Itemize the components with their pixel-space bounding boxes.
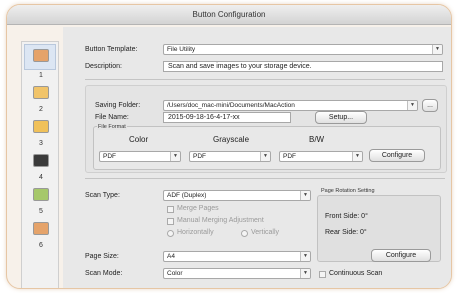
template-value: File Utility (167, 46, 196, 53)
color-format-value: PDF (103, 153, 116, 160)
horizontally-radio[interactable] (167, 230, 174, 237)
color-format-select[interactable]: PDF ▼ (99, 151, 181, 162)
scan-type-label: Scan Type: (85, 192, 120, 199)
divider (85, 178, 445, 179)
sidebar-item-4-number[interactable]: 4 (22, 174, 60, 181)
ocr-icon[interactable] (33, 86, 49, 99)
saving-folder-label: Saving Folder: (95, 102, 141, 109)
file-format-group (93, 126, 441, 170)
application-icon[interactable] (33, 188, 49, 201)
manual-merging-checkbox[interactable] (167, 218, 174, 225)
chevron-down-icon: ▼ (170, 152, 180, 161)
merge-pages-checkbox[interactable] (167, 206, 174, 213)
scan-mode-label: Scan Mode: (85, 270, 123, 277)
color-label: Color (129, 135, 149, 144)
manual-merging-label: Manual Merging Adjustment (177, 217, 264, 224)
file-name-label: File Name: (95, 114, 129, 121)
sidebar-item-6-number[interactable]: 6 (22, 242, 60, 249)
browse-button[interactable]: ... (422, 99, 438, 112)
file-name-field[interactable]: 2015-09-18-16-4-17-xx (163, 112, 291, 123)
image-file-icon[interactable] (33, 49, 49, 62)
sidebar-item-1-number[interactable]: 1 (22, 72, 60, 79)
sidebar-item-3-number[interactable]: 3 (22, 140, 60, 147)
template-select[interactable]: File Utility ▼ (163, 44, 443, 55)
chevron-down-icon: ▼ (407, 101, 417, 110)
configuration-panel: Button Template: File Utility ▼ Descript… (63, 27, 451, 288)
file-format-label: File Format (97, 124, 127, 130)
continuous-scan-label: Continuous Scan (329, 270, 383, 277)
chevron-down-icon: ▼ (300, 191, 310, 200)
chevron-down-icon: ▼ (260, 152, 270, 161)
divider (85, 79, 445, 80)
setup-button[interactable]: Setup... (315, 111, 367, 124)
continuous-scan-checkbox[interactable] (319, 271, 326, 278)
chevron-down-icon: ▼ (300, 269, 310, 278)
grayscale-format-select[interactable]: PDF ▼ (189, 151, 271, 162)
front-side-value: Front Side: 0° (325, 213, 368, 220)
window: Button Configuration 1 2 3 4 5 6 Button … (6, 4, 452, 289)
scan-type-select[interactable]: ADF (Duplex) ▼ (163, 190, 311, 201)
rear-side-value: Rear Side: 0° (325, 229, 367, 236)
scan-mode-select[interactable]: Color ▼ (163, 268, 311, 279)
folder-icon[interactable] (33, 120, 49, 133)
chevron-down-icon: ▼ (300, 252, 310, 261)
page-size-value: A4 (167, 253, 175, 260)
button-sidebar: 1 2 3 4 5 6 (21, 41, 60, 288)
page-size-select[interactable]: A4 ▼ (163, 251, 311, 262)
grayscale-label: Grayscale (213, 135, 250, 144)
template-label: Button Template: (85, 46, 138, 53)
bw-format-select[interactable]: PDF ▼ (279, 151, 363, 162)
vertically-radio[interactable] (241, 230, 248, 237)
sidebar-item-2-number[interactable]: 2 (22, 106, 60, 113)
scan-type-value: ADF (Duplex) (167, 192, 207, 199)
sidebar-item-5-number[interactable]: 5 (22, 208, 60, 215)
vertically-label: Vertically (251, 229, 280, 236)
grayscale-format-value: PDF (193, 153, 206, 160)
saving-folder-select[interactable]: /Users/doc_mac-mini/Documents/MacAction … (163, 100, 418, 111)
bw-label: B/W (309, 135, 325, 144)
file-format-configure-button[interactable]: Configure (369, 149, 425, 162)
window-title: Button Configuration (7, 5, 451, 25)
saving-folder-value: /Users/doc_mac-mini/Documents/MacAction (167, 102, 295, 109)
printer-icon[interactable] (33, 154, 49, 167)
chevron-down-icon: ▼ (352, 152, 362, 161)
image-file-icon[interactable] (33, 222, 49, 235)
bw-format-value: PDF (283, 153, 296, 160)
description-field[interactable]: Scan and save images to your storage dev… (163, 61, 443, 72)
description-label: Description: (85, 63, 122, 70)
merge-pages-label: Merge Pages (177, 205, 219, 212)
horizontally-label: Horizontally (177, 229, 214, 236)
rotation-configure-button[interactable]: Configure (371, 249, 431, 262)
page-rotation-title: Page Rotation Setting (321, 188, 375, 194)
scan-mode-value: Color (167, 270, 183, 277)
chevron-down-icon: ▼ (432, 45, 442, 54)
page-size-label: Page Size: (85, 253, 119, 260)
